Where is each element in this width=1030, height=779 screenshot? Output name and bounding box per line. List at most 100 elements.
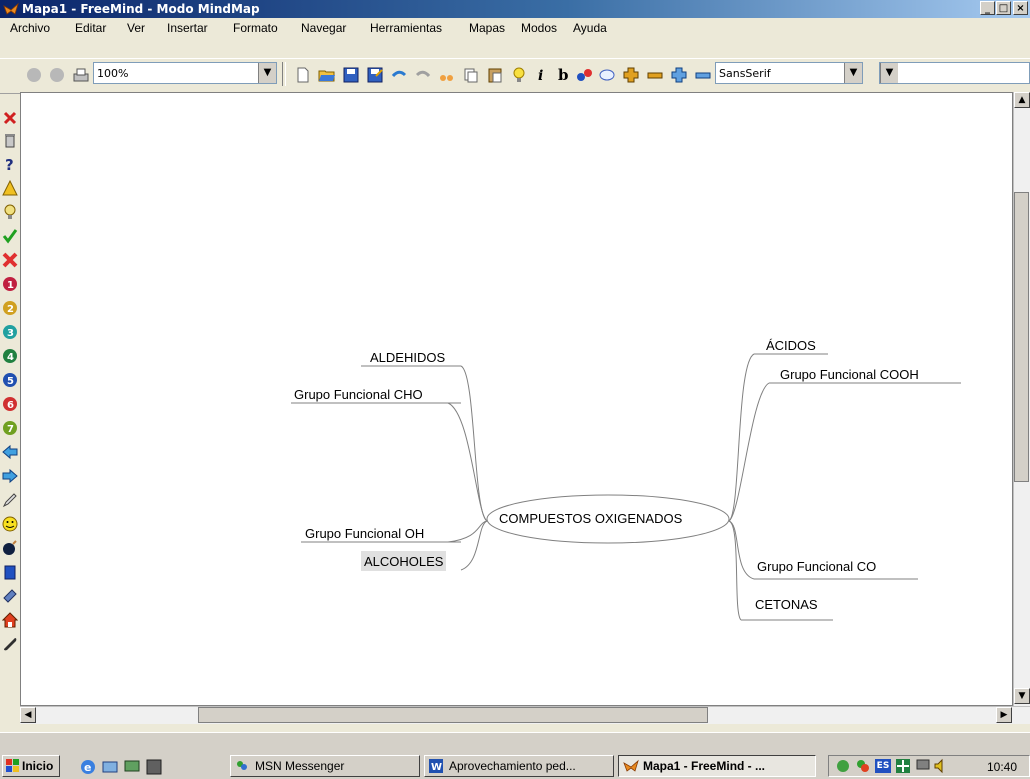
priority-7-icon[interactable]: 7 [2,420,18,436]
shrink-icon[interactable] [646,66,664,84]
trash-icon[interactable] [2,132,18,148]
menu-formato[interactable]: Formato [233,21,278,35]
smiley-icon[interactable] [2,516,18,532]
cross-icon[interactable] [2,252,18,268]
vertical-scroll-thumb[interactable] [1014,192,1029,482]
horizontal-scroll-thumb[interactable] [198,707,708,723]
node-grupo-cho[interactable]: Grupo Funcional CHO [294,387,423,402]
priority-4-icon[interactable]: 4 [2,348,18,364]
phone-icon[interactable] [2,636,18,652]
warning-icon[interactable] [2,180,18,196]
menu-mapas[interactable]: Mapas [469,21,505,35]
scroll-left-button[interactable]: ◀ [20,707,36,723]
increase-font-icon[interactable] [670,66,688,84]
menu-editar[interactable]: Editar [75,21,106,35]
checkmark-icon[interactable] [2,228,18,244]
priority-6-icon[interactable]: 6 [2,396,18,412]
node-grupo-co[interactable]: Grupo Funcional CO [757,559,876,574]
paste-icon[interactable] [486,66,504,84]
arrow-left-icon[interactable] [2,444,18,460]
copy-icon[interactable] [462,66,480,84]
book-icon[interactable] [2,564,18,580]
menu-navegar[interactable]: Navegar [301,21,346,35]
menu-modos[interactable]: Modos [521,21,557,35]
menu-ver[interactable]: Ver [127,21,145,35]
svg-text:b: b [558,66,569,84]
node-acidos[interactable]: ÁCIDOS [766,338,816,353]
messenger-tray-icon[interactable] [855,758,871,774]
toolbar-separator [282,62,286,86]
italic-icon[interactable]: i [532,66,550,84]
priority-2-icon[interactable]: 2 [2,300,18,316]
menu-archivo[interactable]: Archivo [10,21,50,35]
scroll-down-button[interactable]: ▼ [1014,688,1030,704]
scroll-right-button[interactable]: ▶ [996,707,1012,723]
window-title: Mapa1 - FreeMind - Modo MindMap [22,2,260,16]
network-icon[interactable] [835,758,851,774]
close-button[interactable]: × [1013,1,1028,15]
redo-icon[interactable] [414,66,432,84]
start-button[interactable]: Inicio [2,755,60,777]
cut-icon[interactable] [438,66,456,84]
open-folder-icon[interactable] [318,66,336,84]
task-word-document[interactable]: W Aprovechamiento ped... [424,755,614,777]
enlarge-icon[interactable] [622,66,640,84]
node-aldehidos[interactable]: ALDEHIDOS [370,350,445,365]
cloud-color-icon[interactable] [576,66,594,84]
priority-3-icon[interactable]: 3 [2,324,18,340]
print-icon[interactable] [72,66,90,84]
bulb-icon[interactable] [510,66,528,84]
root-node[interactable]: COMPUESTOS OXIGENADOS [499,511,682,526]
decrease-font-icon[interactable] [694,66,712,84]
menu-ayuda[interactable]: Ayuda [573,21,607,35]
arrow-right-icon[interactable] [2,468,18,484]
svg-text:1: 1 [7,280,14,291]
home-icon[interactable] [2,612,18,628]
node-alcoholes[interactable]: ALCOHOLES [361,551,447,571]
new-map-icon[interactable] [294,66,312,84]
pencil-icon[interactable] [2,492,18,508]
back-icon[interactable] [25,66,43,84]
svg-text:2: 2 [7,304,14,315]
magic-wand-icon[interactable] [2,588,18,604]
msn-icon [237,761,247,770]
scroll-up-button[interactable]: ▲ [1014,92,1030,108]
system-tray: ES 10:40 [828,755,1030,777]
bold-icon[interactable]: b [554,66,572,84]
menu-insertar[interactable]: Insertar [167,21,208,35]
horizontal-scrollbar[interactable]: ◀ ▶ [20,706,1030,724]
cloud-icon[interactable] [598,66,616,84]
node-grupo-cooh[interactable]: Grupo Funcional COOH [780,367,919,382]
mindmap-canvas[interactable]: ALDEHIDOS Grupo Funcional CHO Grupo Func… [20,92,1013,706]
maximize-button[interactable]: □ [996,1,1011,15]
mail-icon[interactable] [102,759,118,775]
priority-1-icon[interactable]: 1 [2,276,18,292]
question-icon[interactable]: ? [2,156,18,172]
task-freemind[interactable]: Mapa1 - FreeMind - ... [618,755,816,777]
security-icon[interactable] [895,758,911,774]
minimize-button[interactable]: _ [980,1,995,15]
task-msn-messenger[interactable]: MSN Messenger [230,755,420,777]
svg-text:?: ? [5,156,14,172]
vertical-scrollbar[interactable]: ▲ ▼ [1013,92,1030,706]
menu-herramientas[interactable]: Herramientas [370,21,442,35]
idea-icon[interactable] [2,204,18,220]
node-grupo-oh[interactable]: Grupo Funcional OH [305,526,424,541]
priority-5-icon[interactable]: 5 [2,372,18,388]
language-indicator[interactable]: ES [875,759,891,773]
node-cetonas[interactable]: CETONAS [755,597,818,612]
app-launcher-icon[interactable] [146,759,162,775]
font-family-select[interactable]: SansSerif ▼ [715,62,863,84]
monitor-icon[interactable] [915,758,931,774]
undo-icon[interactable] [390,66,408,84]
save-icon[interactable] [342,66,360,84]
font-size-select[interactable]: 12 ▼ [879,62,1030,84]
bomb-icon[interactable] [2,540,18,556]
ie-icon[interactable]: e [80,759,96,775]
volume-icon[interactable] [933,758,949,774]
save-as-icon[interactable] [366,66,384,84]
forward-icon[interactable] [48,66,66,84]
remove-icon-icon[interactable] [2,110,18,126]
zoom-select[interactable]: 100% ▼ [93,62,277,84]
desktop-icon[interactable] [124,759,140,775]
